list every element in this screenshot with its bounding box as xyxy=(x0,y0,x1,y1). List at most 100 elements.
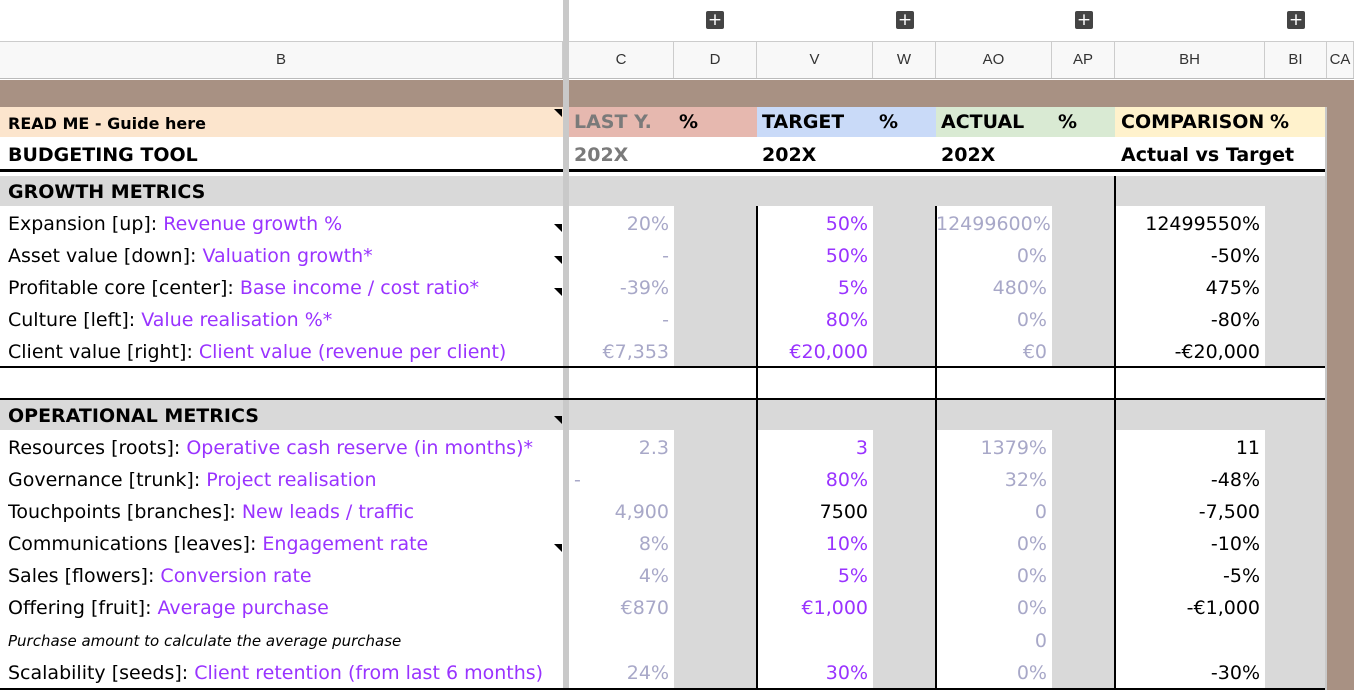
column-header-bh[interactable]: BH xyxy=(1115,42,1265,78)
comparison-value[interactable]: -48% xyxy=(1115,464,1265,496)
brown-band xyxy=(0,80,1354,107)
column-header-c[interactable]: C xyxy=(569,42,674,78)
operational-section-title: OPERATIONAL METRICS xyxy=(8,405,259,427)
last-y-value[interactable]: €870 xyxy=(569,592,674,624)
comment-marker[interactable] xyxy=(554,288,562,296)
comparison-value[interactable]: -€1,000 xyxy=(1115,592,1265,624)
purchase-note: Purchase amount to calculate the average… xyxy=(8,632,402,650)
comment-marker[interactable] xyxy=(554,256,562,264)
target-value[interactable]: 30% xyxy=(757,657,873,689)
comparison-value[interactable]: -10% xyxy=(1115,528,1265,560)
scalability-label: Scalability [seeds]: Client retention (f… xyxy=(8,657,543,689)
metric-name: Client value (revenue per client) xyxy=(198,341,507,363)
row-label: Communications [leaves]: xyxy=(8,533,263,555)
comment-marker[interactable] xyxy=(554,544,562,552)
metric-row-label: Profitable core [center]: Base income / … xyxy=(8,272,479,304)
comparison-value[interactable]: -7,500 xyxy=(1115,496,1265,528)
metric-name: Client retention (from last 6 months) xyxy=(194,662,544,684)
last-y-value[interactable]: 20% xyxy=(569,208,674,240)
comparison-pct: % xyxy=(1270,111,1290,133)
actual-value[interactable]: 0% xyxy=(936,240,1052,272)
actual-year: 202X xyxy=(941,144,996,166)
target-header: TARGET xyxy=(762,111,845,133)
actual-value[interactable]: 0% xyxy=(936,528,1052,560)
target-value[interactable]: 7500 xyxy=(757,496,873,528)
expand-group-plus-icon[interactable]: + xyxy=(1287,11,1305,29)
metric-name: Average purchase xyxy=(157,597,329,619)
comparison-value[interactable]: 475% xyxy=(1115,272,1265,304)
column-header-ao[interactable]: AO xyxy=(936,42,1052,78)
target-year: 202X xyxy=(762,144,817,166)
target-value[interactable]: 10% xyxy=(757,528,873,560)
actual-value[interactable]: €0 xyxy=(936,336,1052,368)
target-value[interactable]: €1,000 xyxy=(757,592,873,624)
target-value[interactable]: 50% xyxy=(757,208,873,240)
actual-value[interactable]: 0% xyxy=(936,304,1052,336)
actual-value[interactable]: 0% xyxy=(936,657,1052,689)
last-y-value[interactable]: 2.3 xyxy=(569,432,674,464)
last-y-value[interactable]: -39% xyxy=(569,272,674,304)
metric-row-label: Sales [flowers]: Conversion rate xyxy=(8,560,312,592)
column-header-w[interactable]: W xyxy=(873,42,936,78)
comment-marker[interactable] xyxy=(554,416,562,424)
purchase-actual[interactable]: 0 xyxy=(936,625,1052,657)
actual-value[interactable]: 32% xyxy=(936,464,1052,496)
comparison-value[interactable]: -€20,000 xyxy=(1115,336,1265,368)
target-value[interactable]: €20,000 xyxy=(757,336,873,368)
comparison-value[interactable]: -80% xyxy=(1115,304,1265,336)
expand-group-plus-icon[interactable]: + xyxy=(896,11,914,29)
target-value[interactable]: 5% xyxy=(757,560,873,592)
last-y-value[interactable]: - xyxy=(574,464,674,496)
gray-col-ap xyxy=(1052,176,1115,690)
last-y-year: 202X xyxy=(574,144,629,166)
comparison-value[interactable]: -5% xyxy=(1115,560,1265,592)
row-label: Asset value [down]: xyxy=(8,245,203,267)
row-label: Touchpoints [branches]: xyxy=(8,501,242,523)
last-y-value[interactable]: 8% xyxy=(569,528,674,560)
column-header-b[interactable]: B xyxy=(0,42,563,78)
actual-value[interactable]: 0% xyxy=(936,560,1052,592)
row-label: Sales [flowers]: xyxy=(8,565,161,587)
row-label: Governance [trunk]: xyxy=(8,469,207,491)
comment-marker[interactable] xyxy=(554,224,562,232)
readme-link[interactable]: READ ME - Guide here xyxy=(8,109,206,139)
actual-value[interactable]: 0% xyxy=(936,592,1052,624)
column-header-ap[interactable]: AP xyxy=(1052,42,1115,78)
metric-row-label: Client value [right]: Client value (reve… xyxy=(8,336,506,368)
column-header-ca[interactable]: CA xyxy=(1327,42,1354,78)
gray-col-d xyxy=(674,176,757,690)
row-label: Resources [roots]: xyxy=(8,437,187,459)
comparison-value[interactable]: -50% xyxy=(1115,240,1265,272)
expand-group-plus-icon[interactable]: + xyxy=(1075,11,1093,29)
metric-name: Conversion rate xyxy=(160,565,312,587)
column-header-v[interactable]: V xyxy=(757,42,873,78)
target-value[interactable]: 80% xyxy=(757,304,873,336)
top-bar xyxy=(0,0,1354,42)
row-label: Profitable core [center]: xyxy=(8,277,240,299)
target-value[interactable]: 3 xyxy=(757,432,873,464)
actual-value[interactable]: 1379% xyxy=(936,432,1052,464)
last-y-value[interactable]: - xyxy=(569,304,674,336)
column-header-d[interactable]: D xyxy=(674,42,757,78)
row-label: Offering [fruit]: xyxy=(8,597,158,619)
last-y-value[interactable]: 4,900 xyxy=(569,496,674,528)
metric-row-label: Culture [left]: Value realisation %* xyxy=(8,304,332,336)
last-y-value[interactable]: 24% xyxy=(569,657,674,689)
actual-value[interactable]: 480% xyxy=(936,272,1052,304)
comparison-value[interactable]: 12499550% xyxy=(1115,208,1265,240)
comparison-value[interactable]: -30% xyxy=(1115,657,1265,689)
tool-title: BUDGETING TOOL xyxy=(8,144,198,166)
metric-name: New leads / traffic xyxy=(241,501,415,523)
column-header-bi[interactable]: BI xyxy=(1265,42,1327,78)
last-y-value[interactable]: 4% xyxy=(569,560,674,592)
actual-value[interactable]: 12499600% xyxy=(936,208,1052,240)
last-y-value[interactable]: €7,353 xyxy=(569,336,674,368)
comment-marker[interactable] xyxy=(554,109,562,117)
target-value[interactable]: 50% xyxy=(757,240,873,272)
expand-group-plus-icon[interactable]: + xyxy=(706,11,724,29)
target-value[interactable]: 80% xyxy=(757,464,873,496)
last-y-value[interactable]: - xyxy=(569,240,674,272)
actual-value[interactable]: 0 xyxy=(936,496,1052,528)
target-value[interactable]: 5% xyxy=(757,272,873,304)
comparison-value[interactable]: 11 xyxy=(1115,432,1265,464)
